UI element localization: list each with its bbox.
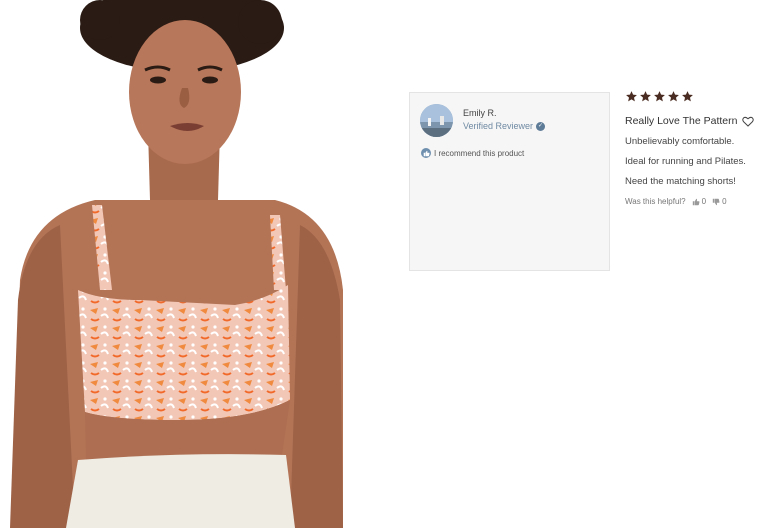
thumbs-up-icon (421, 148, 431, 158)
reviewer-avatar (420, 104, 453, 137)
thumbs-up-icon (692, 198, 700, 205)
heart-icon[interactable] (742, 116, 755, 127)
reviewer-name: Emily R. (463, 108, 497, 118)
review-text-line: Unbelievably comfortable. (625, 136, 735, 147)
star-icon (640, 91, 651, 102)
star-icon (654, 91, 665, 102)
verified-label: Verified Reviewer (463, 121, 534, 131)
review-body: Really Love The Pattern Unbelievably com… (625, 90, 770, 206)
product-photo (0, 0, 355, 528)
review-text-line: Need the matching shorts! (625, 176, 736, 187)
review-title-row: Really Love The Pattern (625, 115, 770, 127)
star-rating (625, 90, 770, 106)
thumbs-down-icon (712, 198, 720, 205)
helpful-up-button[interactable]: 0 (692, 197, 706, 206)
reviewer-card: Emily R. Verified Reviewer ✓ I recommend… (409, 92, 610, 271)
helpful-up-count: 0 (701, 197, 707, 206)
review-text-line: Ideal for running and Pilates. (625, 156, 746, 167)
star-icon (682, 91, 693, 102)
star-icon (626, 91, 637, 102)
star-icon (668, 91, 679, 102)
review-title: Really Love The Pattern (625, 115, 738, 127)
helpful-prompt: Was this helpful? (625, 197, 686, 206)
helpful-down-count: 0 (722, 197, 727, 206)
verified-reviewer-badge: Verified Reviewer ✓ (463, 121, 546, 131)
check-icon: ✓ (536, 121, 546, 131)
helpful-down-button[interactable]: 0 (712, 197, 727, 206)
recommend-statement: I recommend this product (421, 148, 524, 158)
recommend-text: I recommend this product (434, 148, 525, 158)
helpful-row: Was this helpful? 0 0 (625, 197, 770, 206)
